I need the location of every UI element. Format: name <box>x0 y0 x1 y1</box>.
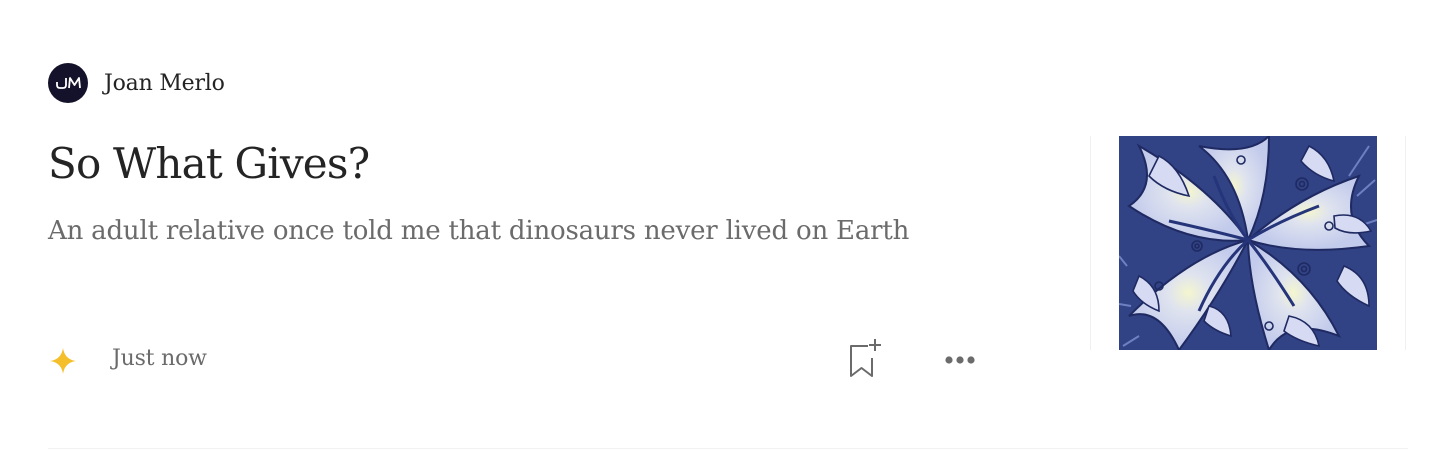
sparkle-icon <box>50 348 76 374</box>
more-options-button[interactable] <box>940 342 980 378</box>
bookmark-add-icon <box>850 339 881 377</box>
story-card: Joan Merlo So What Gives? An adult relat… <box>0 0 1452 452</box>
story-title[interactable]: So What Gives? <box>48 136 1028 192</box>
timestamp: Just now <box>112 346 207 371</box>
story-footer: Just now <box>48 336 988 384</box>
avatar-monogram-icon <box>56 77 81 89</box>
save-button[interactable] <box>846 336 886 380</box>
story-thumbnail[interactable] <box>1119 136 1377 350</box>
author-name[interactable]: Joan Merlo <box>104 71 225 96</box>
abstract-swirl-artwork-icon <box>1119 136 1377 350</box>
more-horizontal-icon <box>945 356 975 364</box>
avatar[interactable] <box>48 63 88 103</box>
story-subtitle[interactable]: An adult relative once told me that dino… <box>48 211 948 251</box>
author-row[interactable]: Joan Merlo <box>48 63 225 103</box>
card-divider <box>48 448 1408 449</box>
